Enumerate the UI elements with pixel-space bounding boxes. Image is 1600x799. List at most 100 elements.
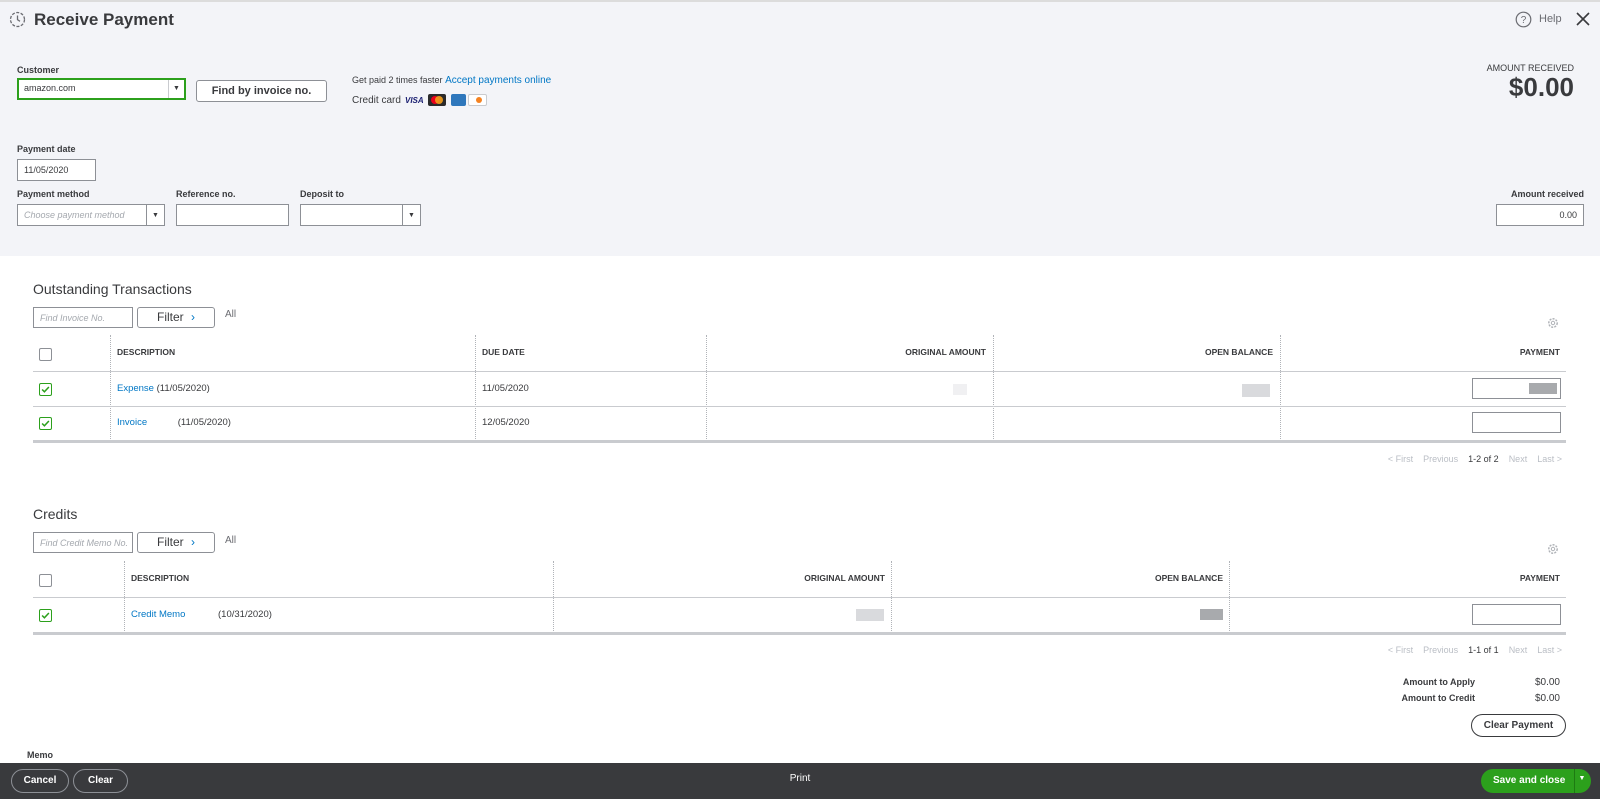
col-header-due-date: DUE DATE: [482, 347, 525, 357]
col-header-payment: PAYMENT: [1519, 573, 1560, 583]
find-credit-memo-input[interactable]: Find Credit Memo No.: [33, 532, 133, 553]
payment-input[interactable]: [1472, 378, 1561, 399]
amount-received-input[interactable]: 0.00: [1496, 204, 1584, 226]
redacted-open-balance: [1242, 384, 1270, 397]
payment-method-dropdown-icon[interactable]: ▼: [147, 204, 165, 226]
help-icon[interactable]: ?: [1515, 11, 1532, 28]
customer-select[interactable]: amazon.com: [17, 78, 186, 100]
outstanding-filter-label: Filter: [156, 310, 184, 324]
credits-table: DESCRIPTION ORIGINAL AMOUNT OPEN BALANCE…: [33, 561, 1566, 635]
promo-label: Get paid 2 times faster: [352, 75, 443, 85]
row-description: Credit Memo (10/31/2020): [131, 609, 272, 620]
close-icon[interactable]: [1575, 11, 1591, 27]
credits-filter-button[interactable]: Filter ›: [137, 532, 215, 553]
row-date: (10/31/2020): [218, 609, 272, 620]
table-row: Credit Memo (10/31/2020): [33, 598, 1566, 632]
pager-next[interactable]: Next: [1509, 454, 1528, 464]
customer-label: Customer: [17, 65, 60, 75]
pager-last[interactable]: Last >: [1537, 454, 1562, 464]
amount-to-apply-label: Amount to Apply: [1402, 677, 1475, 687]
clear-button[interactable]: Clear: [73, 769, 128, 793]
outstanding-settings-gear-icon[interactable]: [1546, 316, 1560, 330]
deposit-to-label: Deposit to: [300, 189, 344, 199]
clear-payment-button[interactable]: Clear Payment: [1471, 714, 1566, 737]
row-date: (11/05/2020): [177, 417, 231, 428]
credit-card-label: Credit card: [352, 95, 401, 106]
deposit-to-dropdown-icon[interactable]: ▼: [403, 204, 421, 226]
row-description: Invoice (11/05/2020): [117, 417, 231, 428]
row-type-link[interactable]: Credit Memo: [131, 609, 185, 620]
payment-date-input[interactable]: 11/05/2020: [17, 159, 96, 181]
customer-dropdown-icon[interactable]: ▼: [173, 85, 180, 92]
col-header-original-amount: ORIGINAL AMOUNT: [905, 347, 986, 357]
memo-label: Memo: [27, 750, 54, 760]
credits-section-title: Credits: [33, 506, 78, 522]
pager-next[interactable]: Next: [1509, 645, 1528, 655]
col-header-open-balance: OPEN BALANCE: [1154, 573, 1223, 583]
col-header-open-balance: OPEN BALANCE: [1204, 347, 1273, 357]
pager-first[interactable]: < First: [1388, 645, 1413, 655]
print-link[interactable]: Print: [770, 773, 830, 784]
customer-divider: [168, 80, 169, 98]
payment-method-label: Payment method: [17, 189, 90, 199]
table-bottom-border: [33, 440, 1566, 443]
reference-no-label: Reference no.: [176, 189, 236, 199]
row-type-link[interactable]: Invoice: [117, 417, 147, 428]
credits-filter-label: Filter: [156, 535, 184, 549]
row-date: (11/05/2020): [156, 383, 210, 394]
credits-settings-gear-icon[interactable]: [1546, 542, 1560, 556]
amex-icon: [451, 94, 466, 106]
row-due-date: 11/05/2020: [482, 383, 529, 394]
find-invoice-input[interactable]: Find Invoice No.: [33, 307, 133, 328]
table-row: Expense (11/05/2020) 11/05/2020: [33, 372, 1566, 406]
credits-pager: < First Previous 1-1 of 1 Next Last >: [1340, 645, 1562, 655]
payment-method-select[interactable]: Choose payment method: [17, 204, 147, 226]
row-checkbox[interactable]: [39, 417, 52, 430]
row-description: Expense (11/05/2020): [117, 383, 210, 394]
customer-value: amazon.com: [24, 83, 76, 93]
visa-icon: VISA: [405, 96, 424, 105]
outstanding-filter-button[interactable]: Filter ›: [137, 307, 215, 328]
chevron-right-icon: ›: [191, 535, 195, 549]
redacted-original-amount: [856, 609, 884, 621]
save-options-dropdown-icon[interactable]: ▼: [1575, 775, 1589, 782]
pager-range: 1-2 of 2: [1468, 454, 1499, 464]
pager-last[interactable]: Last >: [1537, 645, 1562, 655]
payment-method-placeholder: Choose payment method: [24, 210, 125, 220]
pager-range: 1-1 of 1: [1468, 645, 1499, 655]
col-header-payment: PAYMENT: [1519, 347, 1560, 357]
row-checkbox[interactable]: [39, 383, 52, 396]
find-by-invoice-button[interactable]: Find by invoice no.: [196, 80, 327, 102]
find-invoice-placeholder: Find Invoice No.: [40, 313, 106, 323]
cancel-button[interactable]: Cancel: [11, 769, 69, 793]
amount-received-summary-value: $0.00: [1508, 72, 1574, 102]
reference-no-input[interactable]: [176, 204, 289, 226]
row-checkbox[interactable]: [39, 609, 52, 622]
col-header-original-amount: ORIGINAL AMOUNT: [804, 573, 885, 583]
promo-text: Get paid 2 times faster Accept payments …: [352, 75, 551, 86]
outstanding-table: DESCRIPTION DUE DATE ORIGINAL AMOUNT OPE…: [33, 335, 1566, 443]
svg-text:?: ?: [1521, 15, 1527, 26]
chevron-right-icon: ›: [191, 310, 195, 324]
recent-transactions-icon[interactable]: [9, 11, 26, 28]
amount-received-value: 0.00: [1559, 210, 1577, 220]
outstanding-pager: < First Previous 1-2 of 2 Next Last >: [1340, 454, 1562, 464]
credits-filter-value: All: [225, 535, 237, 546]
payment-input[interactable]: [1472, 604, 1561, 625]
select-all-credits-checkbox[interactable]: [39, 574, 52, 587]
save-and-close-label: Save and close: [1493, 775, 1566, 786]
row-type-link[interactable]: Expense: [117, 383, 154, 394]
help-link[interactable]: Help: [1539, 13, 1562, 25]
redacted-open-balance: [1200, 609, 1223, 620]
amount-to-credit-label: Amount to Credit: [1401, 693, 1476, 703]
pager-previous[interactable]: Previous: [1423, 645, 1458, 655]
pager-previous[interactable]: Previous: [1423, 454, 1458, 464]
payment-date-value: 11/05/2020: [24, 165, 69, 175]
select-all-checkbox[interactable]: [39, 348, 52, 361]
mastercard-icon: [428, 94, 446, 106]
amount-to-credit-value: $0.00: [1534, 693, 1560, 704]
pager-first[interactable]: < First: [1388, 454, 1413, 464]
deposit-to-select[interactable]: [300, 204, 403, 226]
payment-input[interactable]: [1472, 412, 1561, 433]
accept-payments-link[interactable]: Accept payments online: [445, 75, 551, 86]
